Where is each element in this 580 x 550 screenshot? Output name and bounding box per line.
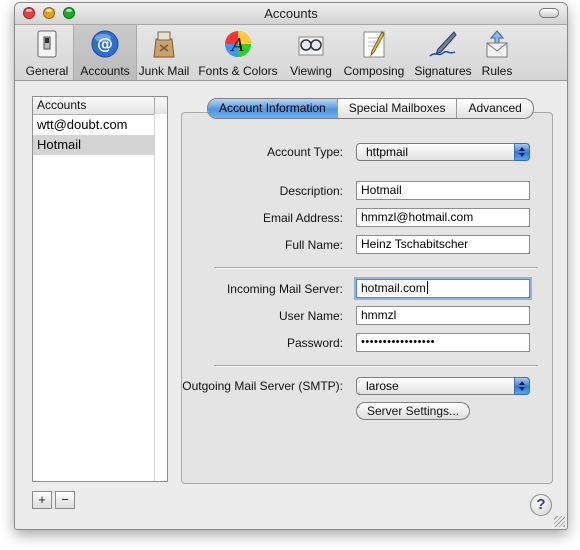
toolbar-item-signatures[interactable]: Signatures: [411, 25, 475, 80]
toolbar-label-signatures: Signatures: [414, 64, 472, 78]
toolbar-item-general[interactable]: General: [21, 25, 73, 80]
password-label: Password:: [286, 336, 343, 350]
description-field[interactable]: Hotmail: [356, 181, 530, 200]
list-scroll-column: [154, 114, 167, 481]
section-divider: [214, 267, 538, 269]
password-field[interactable]: •••••••••••••••••: [356, 333, 530, 352]
title-bar: Accounts: [15, 3, 567, 25]
account-type-label: Account Type:: [267, 145, 343, 159]
popup-arrows-icon: [514, 143, 530, 161]
account-type-value: httpmail: [366, 145, 409, 159]
pencil-paper-icon: [363, 31, 385, 58]
outgoing-server-value: larose: [366, 379, 399, 393]
server-settings-button[interactable]: Server Settings...: [356, 402, 470, 420]
remove-account-button[interactable]: −: [55, 491, 75, 509]
user-name-label: User Name:: [278, 309, 343, 323]
full-name-field[interactable]: Heinz Tschabitscher: [356, 235, 530, 254]
text-caret: [426, 281, 428, 294]
svg-text:@: @: [97, 34, 113, 53]
incoming-server-label: Incoming Mail Server:: [226, 282, 343, 296]
resize-grip-icon[interactable]: [554, 516, 565, 527]
incoming-server-field[interactable]: hotmail.com: [356, 279, 530, 298]
incoming-server-value: hotmail.com: [361, 281, 426, 295]
toolbar-item-junk-mail[interactable]: Junk Mail: [135, 25, 193, 80]
toolbar-label-composing: Composing: [343, 64, 405, 78]
user-name-field[interactable]: hmmzl: [356, 306, 530, 325]
email-address-field[interactable]: hmmzl@hotmail.com: [356, 208, 530, 227]
outgoing-server-label: Outgoing Mail Server (SMTP):: [182, 379, 343, 393]
toolbar-item-fonts-colors[interactable]: A Fonts & Colors: [195, 25, 281, 80]
accounts-list-header[interactable]: Accounts: [33, 97, 167, 115]
header-separator: [154, 97, 155, 114]
help-button[interactable]: ?: [530, 494, 552, 516]
toolbar-toggle-button[interactable]: [539, 8, 559, 18]
section-divider: [214, 365, 538, 367]
tab-advanced[interactable]: Advanced: [457, 99, 532, 118]
email-address-label: Email Address:: [262, 211, 343, 225]
tab-special-mailboxes[interactable]: Special Mailboxes: [338, 99, 458, 118]
light-switch-icon: [37, 30, 57, 58]
toolbar-label-viewing: Viewing: [290, 64, 332, 78]
toolbar-item-composing[interactable]: Composing: [339, 25, 409, 80]
window-title: Accounts: [264, 6, 318, 21]
toolbar-label-fonts-colors: Fonts & Colors: [198, 64, 278, 78]
add-account-button[interactable]: +: [32, 491, 52, 509]
at-sign-icon: @: [91, 30, 119, 58]
fountain-pen-icon: [429, 31, 457, 57]
outgoing-server-popup[interactable]: larose: [356, 377, 530, 395]
toolbar-label-junk-mail: Junk Mail: [138, 64, 190, 78]
toolbar-item-viewing[interactable]: Viewing: [285, 25, 337, 80]
toolbar-label-general: General: [25, 64, 69, 78]
junk-bag-icon: [153, 31, 175, 58]
accounts-window: Accounts General @ Accounts Junk Mail A …: [14, 2, 568, 530]
toolbar-item-accounts[interactable]: @ Accounts: [73, 25, 137, 80]
tab-account-information[interactable]: Account Information: [208, 99, 338, 118]
description-label: Description:: [279, 184, 343, 198]
svg-text:A: A: [230, 35, 245, 56]
toolbar-item-rules[interactable]: Rules: [477, 25, 517, 80]
toolbar-label-accounts: Accounts: [80, 64, 130, 78]
toolbar-label-rules: Rules: [481, 64, 513, 78]
full-name-label: Full Name:: [284, 238, 343, 252]
account-type-popup[interactable]: httpmail: [356, 143, 530, 161]
popup-arrows-icon: [514, 377, 530, 395]
glasses-icon: [298, 36, 324, 56]
list-item[interactable]: wtt@doubt.com: [33, 115, 167, 135]
accounts-list-header-label: Accounts: [37, 98, 87, 112]
tab-bar: Account Information Special Mailboxes Ad…: [207, 98, 534, 119]
rules-envelope-icon: [486, 30, 508, 58]
preferences-toolbar: General @ Accounts Junk Mail A Fonts & C…: [15, 25, 567, 81]
account-info-panel: [181, 112, 553, 484]
color-wheel-font-icon: A: [225, 31, 251, 57]
